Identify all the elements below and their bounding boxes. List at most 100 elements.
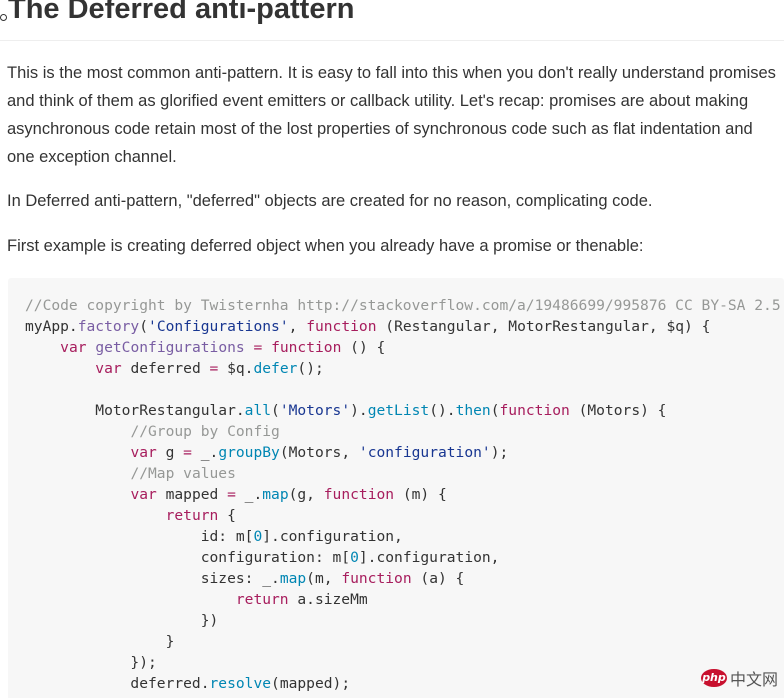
code-line: //Group by Config [25,423,279,440]
code-token: = [227,486,236,503]
definition-paragraph: In Deferred anti-pattern, "deferred" obj… [7,192,653,210]
intro-paragraph: This is the most common anti-pattern. It… [7,64,776,166]
code-token: then [455,402,491,419]
code-token: getList [367,402,430,419]
code-line: var g = _.groupBy(Motors, 'configuration… [25,444,508,461]
code-token: ( [139,318,149,335]
code-token: (Restangular, MotorRestangular, $q) { [376,318,711,335]
code-token: return [165,507,219,524]
code-token: var [95,360,122,377]
code-token: function [341,570,412,587]
code-line: var deferred = $q.defer(); [25,360,324,377]
code-token: var [130,486,157,503]
code-line: } [25,633,175,650]
code-token: (). [429,402,456,419]
code-token: = [183,444,192,461]
code-token: (); [297,360,324,377]
code-line: return { [25,507,236,524]
code-line: deferred.resolve(mapped); [25,675,350,692]
code-token: }) [25,612,219,629]
code-line: var mapped = _.map(g, function (m) { [25,486,447,503]
code-token: ); [490,444,509,461]
code-token: groupBy [218,444,280,461]
code-token: ( [271,402,280,419]
code-token: 'Configurations' [148,318,289,335]
example-intro-paragraph: First example is creating deferred objec… [7,237,644,255]
code-block: //Code copyright by Twisternha http://st… [8,278,784,698]
code-token: 0 [350,549,359,566]
code-line: var getConfigurations = function () { [25,339,385,356]
code-token: //Code copyright by Twisternha http://st… [25,297,781,314]
code-token: 'Motors' [279,402,351,419]
code-token: } [25,633,175,650]
code-line: MotorRestangular.all('Motors').getList()… [25,402,666,419]
code-token: var [130,444,157,461]
code-token: resolve [209,675,272,692]
code-token: , [288,318,307,335]
code-token: map [279,570,307,587]
code-token: defer [253,360,298,377]
code-token: ].configuration, [262,528,403,545]
code-token: factory [77,318,140,335]
code-line: configuration: m[0].configuration, [25,549,500,566]
code-token: { [218,507,236,524]
code-token: MotorRestangular. [25,402,245,419]
code-token: var [60,339,87,356]
code-token: (Motors, [279,444,359,461]
code-token: 'configuration' [358,444,491,461]
php-logo-icon: php [700,669,727,687]
code-token: () { [341,339,386,356]
code-token: getConfigurations [95,339,245,356]
watermark: php 中文网 [700,666,778,690]
code-token: (Motors) { [569,402,667,419]
code-line: }) [25,612,219,629]
anchor-link-icon[interactable] [0,14,7,21]
code-token: myApp. [25,318,78,335]
watermark-text: 中文网 [729,670,778,689]
code-token: $q. [218,360,254,377]
code-token: deferred [121,360,210,377]
code-token: _. [191,444,219,461]
code-token: mapped [156,486,228,503]
code-line: sizes: _.map(m, function (a) { [25,570,465,587]
code-token: sizes: _. [25,570,280,587]
code-token: (m, [306,570,342,587]
code-token: a.sizeMm [288,591,368,608]
code-token: //Map values [130,465,236,482]
code-line: }); [25,654,157,671]
code-line: return a.sizeMm [25,591,368,608]
code-listing: //Code copyright by Twisternha http://st… [25,295,781,698]
code-token: return [235,591,289,608]
code-token: deferred. [25,675,210,692]
section-heading: The Deferred anti-pattern [0,0,784,41]
code-token: function [271,339,342,356]
code-token: ].configuration, [358,549,500,566]
code-token: configuration: m[ [25,549,351,566]
code-token: ). [350,402,368,419]
code-token: (mapped); [271,675,351,692]
page-title: The Deferred anti-pattern [8,0,355,25]
code-token: map [262,486,289,503]
code-token: }); [25,654,157,671]
code-line: myApp.factory('Configurations', function… [25,318,710,335]
code-line: //Code copyright by Twisternha http://st… [25,297,781,314]
code-token: function [499,402,570,419]
code-token: g [156,444,184,461]
code-token: (m) { [394,486,447,503]
code-token: all [244,402,272,419]
code-token: = [253,339,263,356]
code-token: _. [235,486,263,503]
code-token: = [209,360,219,377]
code-token: function [306,318,377,335]
code-line: id: m[0].configuration, [25,528,403,545]
code-token: 0 [253,528,263,545]
code-token: ( [490,402,500,419]
